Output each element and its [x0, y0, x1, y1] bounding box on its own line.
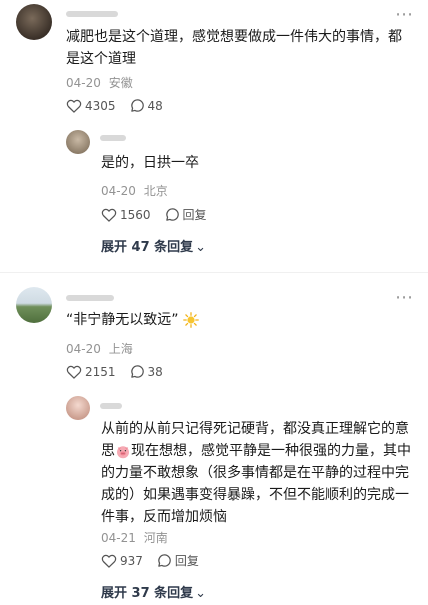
reply-meta: 04-20 北京 [101, 182, 168, 199]
reply-like-button[interactable]: 1560 [101, 208, 151, 222]
comment-location: 安徽 [108, 76, 133, 90]
reply-count: 48 [147, 98, 163, 113]
like-count: 4305 [85, 98, 116, 113]
reply-time: 04-20 [101, 184, 136, 198]
reply-label: 回复 [174, 554, 199, 568]
expand-label: 展开 37 条回复 [101, 586, 194, 601]
divider [0, 272, 428, 273]
reply-meta: 04-21 河南 [101, 529, 168, 546]
pig-emoji-icon [117, 445, 129, 458]
username[interactable] [66, 11, 118, 17]
heart-icon [66, 365, 82, 379]
comment-location: 上海 [108, 342, 133, 356]
username[interactable] [66, 295, 114, 301]
expand-replies-button[interactable]: 展开 37 条回复 ⌄ [101, 582, 206, 601]
reply-text-part-2: 现在想想，感觉平静是一种很强的力量，其中的力量不敢想象（很多事情都是在平静的过程… [101, 443, 411, 525]
more-icon[interactable]: ⋯ [395, 6, 414, 24]
comment-meta: 04-20 安徽 [66, 74, 133, 91]
reply-text: 是的，日拱一卒 [101, 155, 199, 171]
reply-username[interactable] [100, 403, 122, 409]
like-button[interactable]: 4305 [66, 99, 116, 113]
reply-username[interactable] [100, 135, 126, 141]
reply-text: 从前的从前只记得死记硬背，都没真正理解它的意思 现在想想，感觉平静是一种很强的力… [101, 418, 411, 528]
comment-icon [165, 208, 179, 221]
comment-text-content: “非宁静无以致远” [66, 312, 179, 328]
comment-icon [130, 365, 144, 378]
comment-actions: 4305 48 [66, 98, 177, 113]
reply-like-count: 1560 [120, 207, 151, 222]
avatar[interactable] [16, 4, 52, 40]
comment-meta: 04-20 上海 [66, 340, 133, 357]
heart-icon [101, 208, 117, 222]
like-button[interactable]: 2151 [66, 365, 116, 379]
reply-actions: 937 回复 [101, 552, 213, 569]
reply-count: 38 [147, 364, 163, 379]
reply-time: 04-21 [101, 531, 136, 545]
chevron-down-icon: ⌄ [195, 586, 207, 601]
comment-text: 减肥也是这个道理，感觉想要做成一件伟大的事情，都是这个道理 [66, 29, 402, 67]
comment-icon [158, 554, 171, 567]
comment-time: 04-20 [66, 342, 101, 356]
comment-button[interactable]: 38 [130, 364, 163, 379]
sun-emoji-icon [183, 312, 199, 328]
more-icon[interactable]: ⋯ [395, 289, 414, 307]
reply-avatar[interactable] [66, 396, 90, 420]
avatar[interactable] [16, 287, 52, 323]
expand-replies-button[interactable]: 展开 47 条回复 ⌄ [101, 236, 206, 255]
like-count: 2151 [85, 364, 116, 379]
reply-avatar[interactable] [66, 130, 90, 154]
reply-like-count: 937 [120, 553, 143, 568]
comment-actions: 2151 38 [66, 364, 177, 379]
heart-icon [66, 99, 82, 113]
reply-location: 河南 [143, 531, 168, 545]
comment-button[interactable]: 48 [130, 98, 163, 113]
heart-icon [101, 554, 117, 568]
comment-time: 04-20 [66, 76, 101, 90]
reply-label: 回复 [182, 208, 207, 222]
reply-like-button[interactable]: 937 [101, 554, 143, 568]
reply-button[interactable]: 回复 [165, 206, 207, 223]
expand-label: 展开 47 条回复 [101, 240, 194, 255]
reply-actions: 1560 回复 [101, 206, 221, 223]
comment-text: “非宁静无以致远” [66, 309, 199, 331]
reply-button[interactable]: 回复 [157, 552, 199, 569]
chevron-down-icon: ⌄ [195, 240, 207, 255]
comment-icon [130, 99, 144, 112]
reply-location: 北京 [143, 184, 168, 198]
